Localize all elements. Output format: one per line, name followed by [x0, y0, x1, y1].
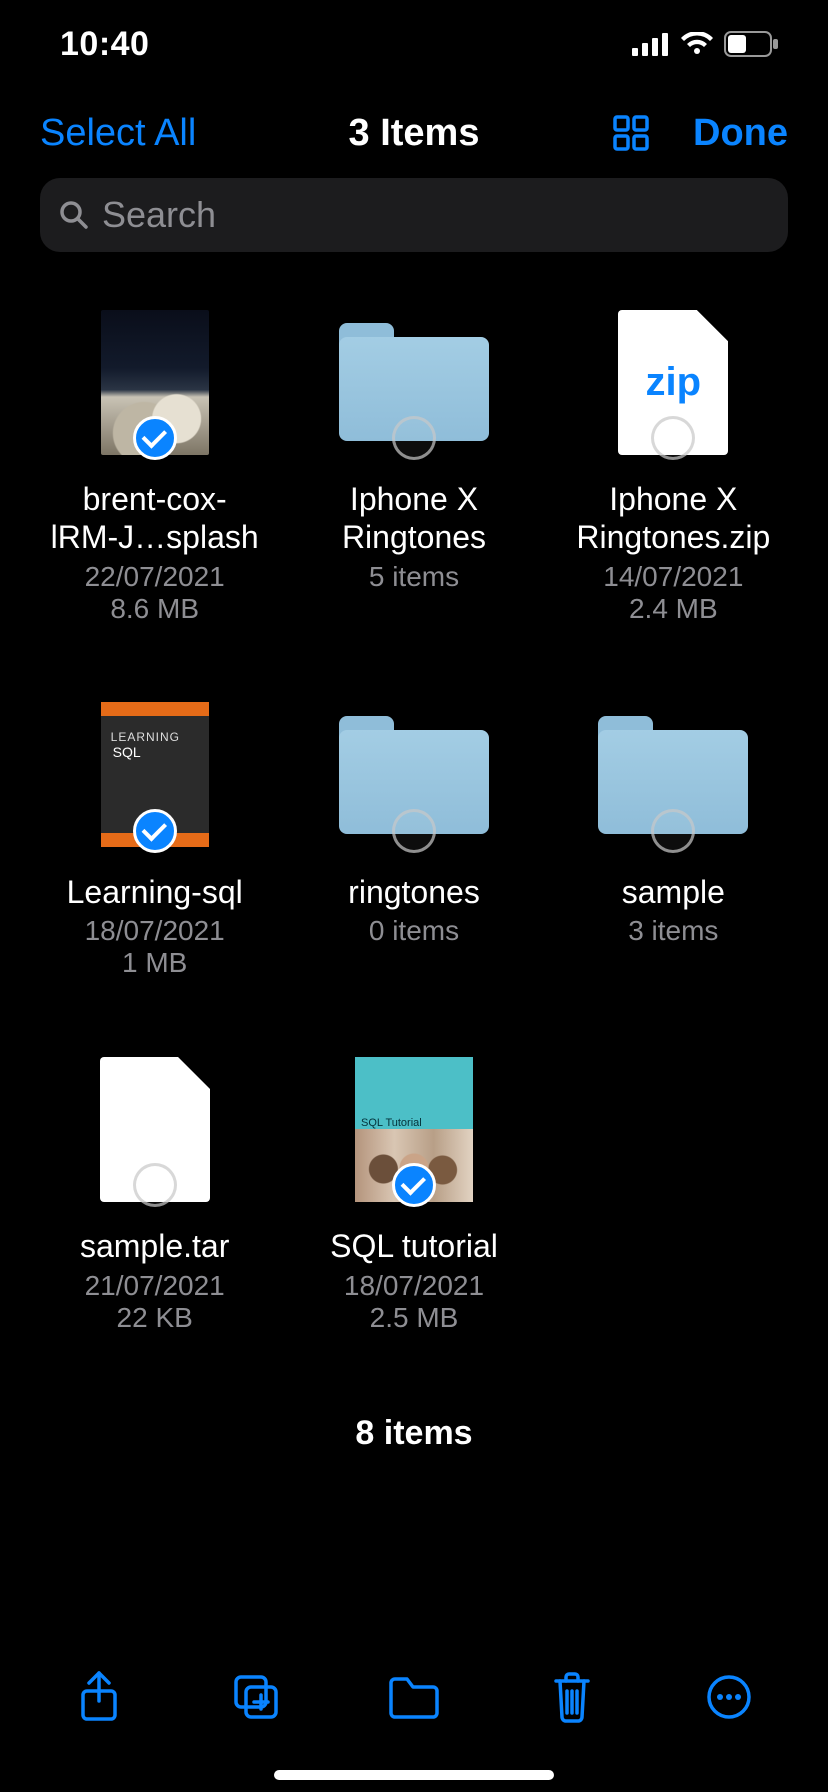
file-name: Iphone XRingtones: [342, 480, 486, 557]
file-thumbnail: SQL Tutorial: [334, 1049, 494, 1209]
file-item[interactable]: SQL Tutorial SQL tutorial 18/07/2021 2.5…: [289, 1049, 538, 1333]
nav-bar: Select All 3 Items Done: [0, 88, 828, 178]
selection-circle-icon[interactable]: [651, 416, 695, 460]
file-item[interactable]: brent-cox-lRM-J…splash 22/07/2021 8.6 MB: [30, 302, 279, 625]
file-size: 2.5 MB: [370, 1302, 459, 1334]
battery-icon: [724, 31, 780, 57]
status-time: 10:40: [60, 25, 149, 64]
delete-button[interactable]: [544, 1669, 600, 1725]
file-size: 8.6 MB: [110, 593, 199, 625]
file-item[interactable]: Iphone XRingtones 5 items: [289, 302, 538, 625]
selection-circle-icon[interactable]: [392, 416, 436, 460]
file-date: 22/07/2021: [85, 561, 225, 593]
item-count-summary: 8 items: [0, 1414, 828, 1453]
selection-circle-icon[interactable]: [133, 1163, 177, 1207]
file-name: Learning-sql: [67, 873, 243, 911]
file-meta: 0 items: [369, 915, 459, 947]
file-date: 18/07/2021: [85, 915, 225, 947]
search-icon: [58, 199, 90, 231]
duplicate-button[interactable]: [228, 1669, 284, 1725]
file-meta: 3 items: [628, 915, 718, 947]
search-input[interactable]: [102, 194, 770, 236]
view-grid-icon[interactable]: [609, 111, 653, 155]
file-thumbnail: zip: [593, 302, 753, 462]
file-thumbnail: [334, 302, 494, 462]
file-date: 21/07/2021: [85, 1270, 225, 1302]
search-field[interactable]: [40, 178, 788, 252]
file-item[interactable]: zip Iphone XRingtones.zip 14/07/2021 2.4…: [549, 302, 798, 625]
page-title: 3 Items: [349, 112, 480, 155]
file-thumbnail: [75, 1049, 235, 1209]
more-button[interactable]: [701, 1669, 757, 1725]
file-name: brent-cox-lRM-J…splash: [51, 480, 259, 557]
selection-circle-icon[interactable]: [392, 809, 436, 853]
file-thumbnail: [334, 695, 494, 855]
file-name: sample: [622, 873, 725, 911]
file-name: sample.tar: [80, 1227, 229, 1265]
file-item[interactable]: sample.tar 21/07/2021 22 KB: [30, 1049, 279, 1333]
selection-checkmark-icon[interactable]: [392, 1163, 436, 1207]
file-meta: 5 items: [369, 561, 459, 593]
file-name: SQL tutorial: [330, 1227, 498, 1265]
zip-label: zip: [646, 360, 702, 405]
share-button[interactable]: [71, 1669, 127, 1725]
select-all-button[interactable]: Select All: [40, 112, 196, 155]
done-button[interactable]: Done: [693, 112, 788, 155]
bottom-toolbar: [0, 1652, 828, 1762]
selection-circle-icon[interactable]: [651, 809, 695, 853]
file-item[interactable]: ringtones 0 items: [289, 695, 538, 979]
file-thumbnail: LEARNING SQL: [75, 695, 235, 855]
file-size: 2.4 MB: [629, 593, 718, 625]
selection-checkmark-icon[interactable]: [133, 809, 177, 853]
file-item[interactable]: sample 3 items: [549, 695, 798, 979]
status-indicators: [632, 31, 780, 57]
file-date: 14/07/2021: [603, 561, 743, 593]
status-bar: 10:40: [0, 0, 828, 88]
file-name: Iphone XRingtones.zip: [576, 480, 770, 557]
move-button[interactable]: [386, 1669, 442, 1725]
file-size: 22 KB: [117, 1302, 193, 1334]
home-indicator[interactable]: [274, 1770, 554, 1780]
file-name: ringtones: [348, 873, 480, 911]
file-thumbnail: [75, 302, 235, 462]
cellular-icon: [632, 32, 670, 56]
wifi-icon: [680, 32, 714, 56]
file-date: 18/07/2021: [344, 1270, 484, 1302]
file-size: 1 MB: [122, 947, 187, 979]
file-thumbnail: [593, 695, 753, 855]
file-item[interactable]: LEARNING SQL Learning-sql 18/07/2021 1 M…: [30, 695, 279, 979]
file-grid: brent-cox-lRM-J…splash 22/07/2021 8.6 MB…: [0, 252, 828, 1334]
selection-checkmark-icon[interactable]: [133, 416, 177, 460]
search-container: [0, 178, 828, 252]
